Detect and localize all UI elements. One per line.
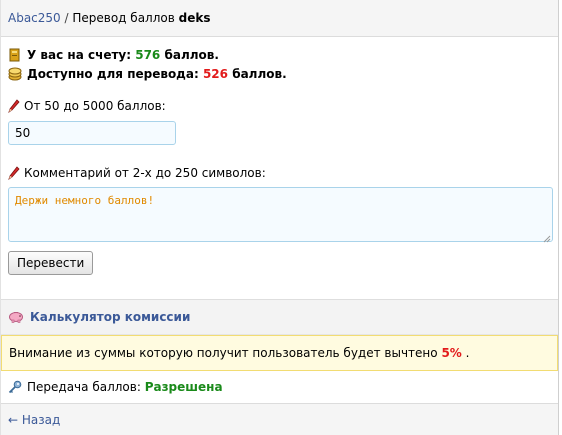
- back-link[interactable]: ← Назад: [8, 413, 60, 427]
- available-value: 526: [202, 66, 229, 81]
- notice-text: Внимание из суммы которую получит пользо…: [9, 346, 442, 360]
- comment-textarea[interactable]: Держи немного баллов!: [8, 187, 553, 242]
- available-suffix: баллов.: [228, 66, 287, 81]
- account-balance-row: У вас на счету: 576 баллов.: [8, 45, 551, 64]
- resize-grip-icon[interactable]: [543, 232, 551, 243]
- amount-input[interactable]: [8, 121, 176, 145]
- notice-end: .: [461, 346, 470, 360]
- breadcrumb-separator: /: [60, 11, 73, 25]
- commission-notice: Внимание из суммы которую получит пользо…: [1, 335, 558, 371]
- breadcrumb: Abac250 / Перевод баллов deks: [1, 0, 558, 37]
- commission-calculator-bar: Калькулятор комиссии: [1, 299, 558, 335]
- transfer-permission-row: Передача баллов: Разрешена: [8, 378, 223, 396]
- account-value: 576: [135, 47, 161, 62]
- amount-label-row: От 50 до 5000 баллов:: [8, 98, 551, 114]
- target-user: deks: [178, 11, 211, 25]
- comment-wrapper: Держи немного баллов!: [8, 187, 553, 243]
- available-label: Доступно для перевода:: [27, 66, 203, 81]
- available-balance-row: Доступно для перевода: 526 баллов.: [8, 64, 551, 83]
- coins-icon: [8, 67, 22, 81]
- account-suffix: баллов.: [160, 47, 219, 62]
- permission-status: Разрешена: [144, 380, 223, 394]
- user-link[interactable]: Abac250: [8, 11, 61, 25]
- comment-label-row: Комментарий от 2-х до 250 символов:: [8, 165, 551, 181]
- commission-percent: 5%: [441, 346, 462, 360]
- transfer-panel: Abac250 / Перевод баллов deks У вас на с…: [0, 0, 559, 435]
- amount-label: От 50 до 5000 баллов:: [24, 99, 166, 113]
- permission-label: Передача баллов:: [27, 380, 145, 394]
- piggy-bank-icon: [8, 309, 24, 326]
- commission-calculator-link[interactable]: Калькулятор комиссии: [30, 310, 190, 324]
- comment-label: Комментарий от 2-х до 250 символов:: [24, 166, 266, 180]
- submit-transfer-button[interactable]: Перевести: [8, 251, 94, 275]
- account-label: У вас на счету:: [27, 47, 136, 62]
- page-title: Перевод баллов: [72, 11, 179, 25]
- pencil-icon: [8, 99, 20, 113]
- wallet-icon: [8, 48, 22, 62]
- transfer-form: У вас на счету: 576 баллов. Доступно для…: [1, 37, 558, 275]
- footer-bar: ← Назад: [1, 403, 558, 435]
- key-icon: [8, 380, 22, 394]
- pencil-icon: [8, 166, 20, 180]
